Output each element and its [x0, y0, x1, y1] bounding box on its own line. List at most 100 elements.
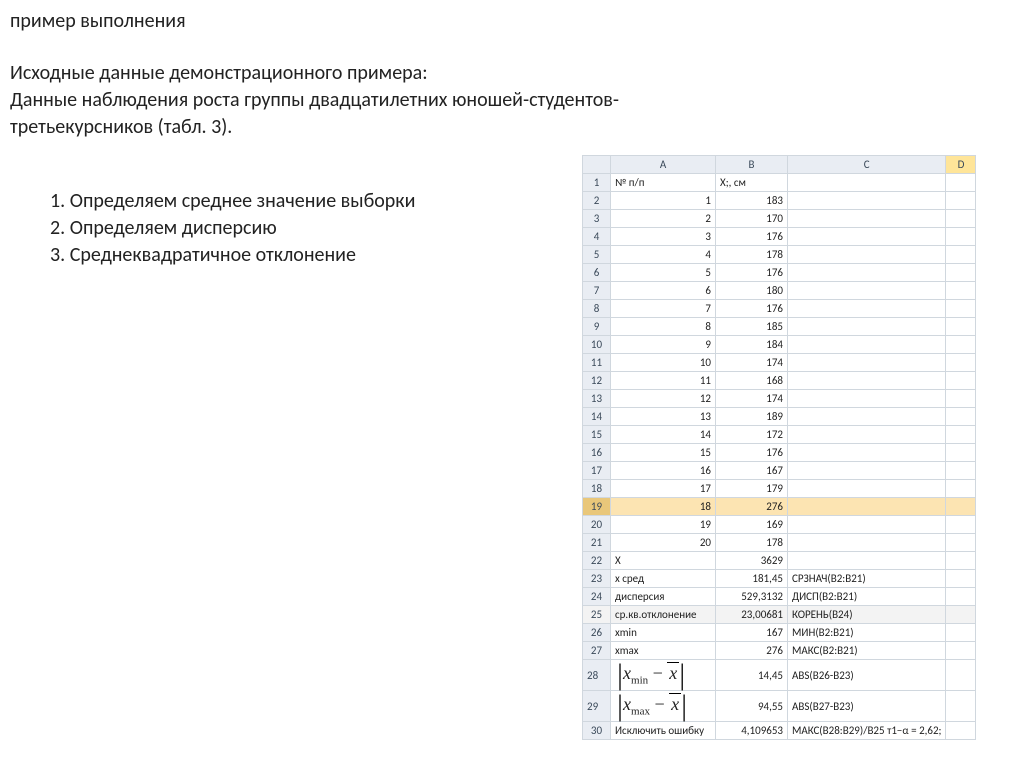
row-header[interactable]: 30 [583, 722, 611, 740]
cell[interactable] [788, 174, 946, 192]
cell[interactable]: 14 [611, 426, 716, 444]
cell[interactable]: 174 [716, 390, 788, 408]
cell[interactable]: 1 [611, 192, 716, 210]
cell[interactable] [946, 282, 976, 300]
table-row[interactable]: 22 X 3629 [583, 552, 976, 570]
cell[interactable] [946, 570, 976, 588]
cell[interactable] [788, 354, 946, 372]
cell[interactable] [946, 174, 976, 192]
table-row[interactable]: 1 № п/п X;, см [583, 174, 976, 192]
cell[interactable] [946, 606, 976, 624]
row-header[interactable]: 25 [583, 606, 611, 624]
cell[interactable]: X;, см [716, 174, 788, 192]
table-row[interactable]: 26 xmin 167 МИН(B2:B21) [583, 624, 976, 642]
cell[interactable] [946, 660, 976, 691]
cell[interactable]: 174 [716, 354, 788, 372]
cell[interactable]: 184 [716, 336, 788, 354]
row-header[interactable]: 13 [583, 390, 611, 408]
cell[interactable]: СРЗНАЧ(B2:B21) [788, 570, 946, 588]
cell[interactable]: 176 [716, 264, 788, 282]
cell[interactable]: ABS(B27-B23) [788, 691, 946, 722]
cell[interactable] [788, 408, 946, 426]
row-header[interactable]: 23 [583, 570, 611, 588]
row-header[interactable]: 17 [583, 462, 611, 480]
cell[interactable]: КОРЕНЬ(B24) [788, 606, 946, 624]
cell[interactable] [788, 390, 946, 408]
cell[interactable] [788, 336, 946, 354]
cell[interactable] [946, 722, 976, 740]
cell[interactable]: 16 [611, 462, 716, 480]
row-header[interactable]: 5 [583, 246, 611, 264]
table-row[interactable]: 29 |xmax − x| 94,55 ABS(B27-B23) [583, 691, 976, 722]
cell[interactable]: 2 [611, 210, 716, 228]
row-header[interactable]: 14 [583, 408, 611, 426]
cell[interactable] [946, 642, 976, 660]
cell[interactable] [788, 246, 946, 264]
table-row[interactable]: 1211168 [583, 372, 976, 390]
cell[interactable]: 167 [716, 624, 788, 642]
table-row[interactable]: 1110174 [583, 354, 976, 372]
row-header[interactable]: 16 [583, 444, 611, 462]
col-header-D[interactable]: D [946, 156, 976, 174]
cell[interactable] [946, 390, 976, 408]
cell[interactable]: 10 [611, 354, 716, 372]
row-header[interactable]: 21 [583, 534, 611, 552]
cell[interactable]: 176 [716, 228, 788, 246]
cell[interactable]: xmax [611, 642, 716, 660]
row-header[interactable]: 20 [583, 516, 611, 534]
cell[interactable]: 14,45 [716, 660, 788, 691]
cell[interactable]: 7 [611, 300, 716, 318]
cell[interactable]: 12 [611, 390, 716, 408]
cell[interactable] [946, 264, 976, 282]
cell[interactable] [946, 480, 976, 498]
select-all-corner[interactable] [583, 156, 611, 174]
cell[interactable]: 180 [716, 282, 788, 300]
cell[interactable]: 4 [611, 246, 716, 264]
table-row[interactable]: 32170 [583, 210, 976, 228]
cell[interactable]: 178 [716, 534, 788, 552]
row-header[interactable]: 11 [583, 354, 611, 372]
row-header[interactable]: 15 [583, 426, 611, 444]
table-row[interactable]: 54178 [583, 246, 976, 264]
row-header[interactable]: 18 [583, 480, 611, 498]
row-header[interactable]: 3 [583, 210, 611, 228]
cell[interactable] [946, 228, 976, 246]
cell[interactable]: 3629 [716, 552, 788, 570]
cell[interactable]: 11 [611, 372, 716, 390]
cell[interactable]: 172 [716, 426, 788, 444]
cell[interactable] [788, 210, 946, 228]
table-row[interactable]: 87176 [583, 300, 976, 318]
cell[interactable] [946, 336, 976, 354]
cell[interactable]: 8 [611, 318, 716, 336]
cell[interactable] [788, 426, 946, 444]
table-row[interactable]: 25 ср.кв.отклонение 23,00681 КОРЕНЬ(B24) [583, 606, 976, 624]
cell[interactable]: 4,109653 [716, 722, 788, 740]
row-header[interactable]: 9 [583, 318, 611, 336]
cell[interactable]: МИН(B2:B21) [788, 624, 946, 642]
cell[interactable]: ABS(B26-B23) [788, 660, 946, 691]
cell[interactable]: 94,55 [716, 691, 788, 722]
cell[interactable] [946, 691, 976, 722]
cell[interactable]: 20 [611, 534, 716, 552]
cell[interactable]: 6 [611, 282, 716, 300]
cell[interactable]: 189 [716, 408, 788, 426]
cell[interactable] [946, 552, 976, 570]
cell[interactable]: X [611, 552, 716, 570]
table-row[interactable]: 28 |xmin − x| 14,45 ABS(B26-B23) [583, 660, 976, 691]
row-header[interactable]: 27 [583, 642, 611, 660]
cell[interactable]: 178 [716, 246, 788, 264]
cell[interactable] [788, 462, 946, 480]
cell[interactable]: xmin [611, 624, 716, 642]
cell[interactable]: 181,45 [716, 570, 788, 588]
col-header-C[interactable]: C [788, 156, 946, 174]
cell[interactable]: 13 [611, 408, 716, 426]
cell[interactable] [788, 552, 946, 570]
row-header[interactable]: 6 [583, 264, 611, 282]
cell[interactable] [788, 516, 946, 534]
cell[interactable] [946, 408, 976, 426]
cell[interactable]: 9 [611, 336, 716, 354]
cell[interactable] [946, 192, 976, 210]
cell[interactable]: 168 [716, 372, 788, 390]
cell[interactable] [788, 282, 946, 300]
cell[interactable]: 176 [716, 444, 788, 462]
